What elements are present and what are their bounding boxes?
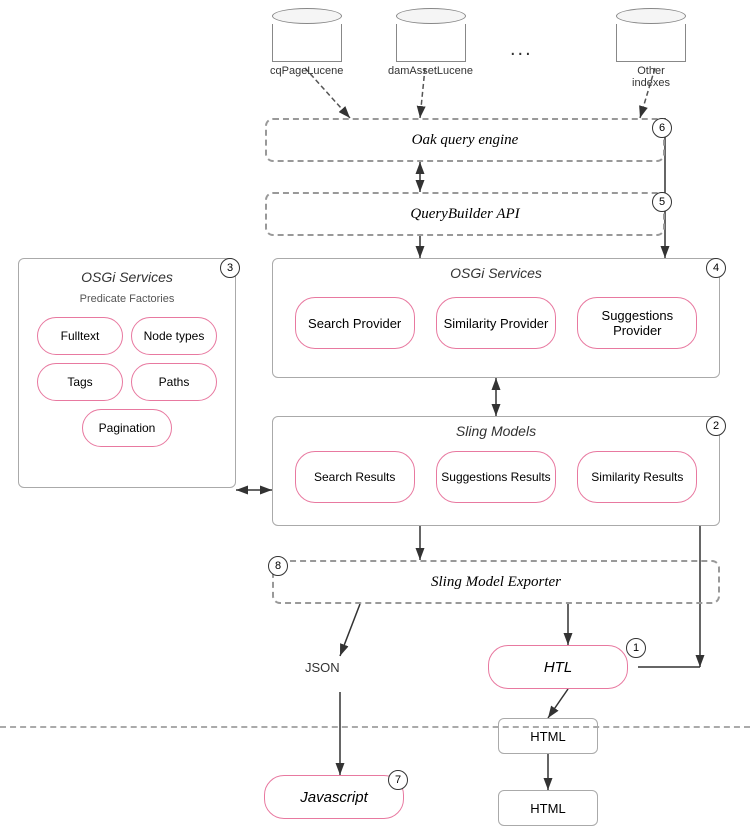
search-results-box: Search Results [295,451,415,503]
osgi-services-right-title: OSGi Services [450,265,542,281]
num-circle-5: 5 [652,192,672,212]
osgi-services-left-title: OSGi Services [81,269,173,285]
similarity-results-box: Similarity Results [577,451,697,503]
osgi-predicate-subtitle: Predicate Factories [80,293,175,305]
cylinder-cqpagelucene-label: cqPageLucene [270,65,343,77]
num-circle-7: 7 [388,770,408,790]
querybuilder-box: QueryBuilder API [265,192,665,236]
sling-models-title: Sling Models [456,423,536,439]
sling-models-box: Sling Models Search Results Suggestions … [272,416,720,526]
html-bottom-box: HTML [498,790,598,826]
json-label: JSON [305,660,340,675]
num-circle-6: 6 [652,118,672,138]
querybuilder-label: QueryBuilder API [410,206,519,223]
htl-box: HTL [488,645,628,689]
tags-box: Tags [37,363,123,401]
suggestions-results-box: Suggestions Results [436,451,556,503]
suggestions-provider-box: Suggestions Provider [577,297,697,349]
fulltext-box: Fulltext [37,317,123,355]
diagram: cqPageLucene damAssetLucene ... Otherind… [0,0,750,839]
osgi-services-right-box: OSGi Services Search Provider Similarity… [272,258,720,378]
sling-exporter-box: Sling Model Exporter [272,560,720,604]
cylinder-cqpagelucene: cqPageLucene [270,8,343,77]
num-circle-2: 2 [706,416,726,436]
html-top-box: HTML [498,718,598,754]
javascript-box: Javascript [264,775,404,819]
similarity-provider-box: Similarity Provider [436,297,556,349]
search-provider-box: Search Provider [295,297,415,349]
pagination-box: Pagination [82,409,172,447]
num-circle-4: 4 [706,258,726,278]
num-circle-3: 3 [220,258,240,278]
paths-box: Paths [131,363,217,401]
osgi-services-left-box: OSGi Services Predicate Factories Fullte… [18,258,236,488]
cylinder-damassetlucene: damAssetLucene [388,8,473,77]
cylinder-other-indexes: Otherindexes [616,8,686,89]
htl-label: HTL [544,659,572,676]
num-circle-8: 8 [268,556,288,576]
cylinder-other-indexes-label: Otherindexes [632,65,670,89]
oak-query-label: Oak query engine [412,132,519,149]
num-circle-1: 1 [626,638,646,658]
ellipsis: ... [510,38,533,61]
javascript-label: Javascript [300,789,368,806]
sling-exporter-label: Sling Model Exporter [431,574,561,591]
oak-query-engine-box: Oak query engine [265,118,665,162]
h-divider [0,726,750,728]
cylinder-damassetlucene-label: damAssetLucene [388,65,473,77]
node-types-box: Node types [131,317,217,355]
